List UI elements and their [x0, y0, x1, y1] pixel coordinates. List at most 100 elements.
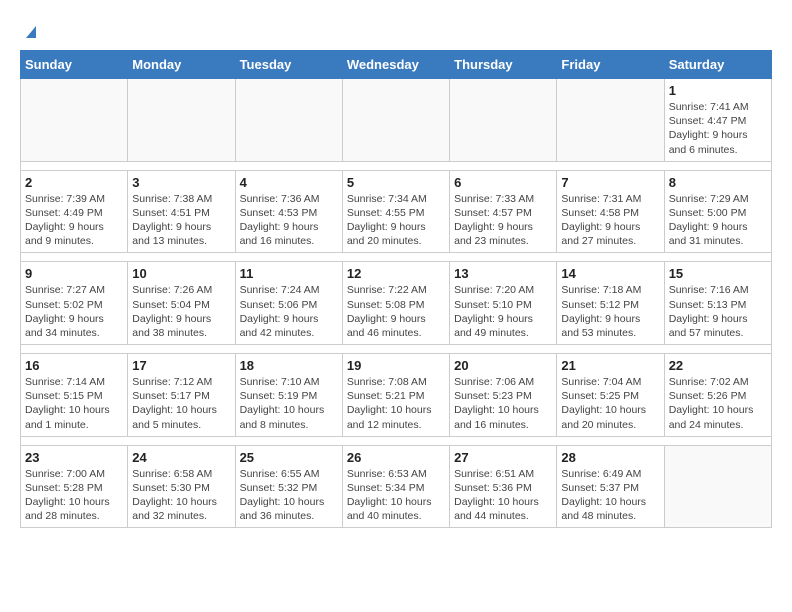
day-number: 1: [669, 83, 767, 98]
calendar-cell: 13 Sunrise: 7:20 AM Sunset: 5:10 PM Dayli…: [450, 262, 557, 345]
day-info: Sunrise: 6:53 AM Sunset: 5:34 PM Dayligh…: [347, 467, 445, 524]
calendar-cell: 19Sunrise: 7:08 AM Sunset: 5:21 PM Dayli…: [342, 354, 449, 437]
calendar-cell: 20Sunrise: 7:06 AM Sunset: 5:23 PM Dayli…: [450, 354, 557, 437]
calendar-cell: 10 Sunrise: 7:26 AM Sunset: 5:04 PM Dayli…: [128, 262, 235, 345]
calendar-week-4: 16Sunrise: 7:14 AM Sunset: 5:15 PM Dayli…: [21, 354, 772, 437]
day-info: Sunrise: 7:00 AM Sunset: 5:28 PM Dayligh…: [25, 467, 123, 524]
calendar-cell: 11Sunrise: 7:24 AM Sunset: 5:06 PM Dayli…: [235, 262, 342, 345]
day-info: Sunrise: 7:14 AM Sunset: 5:15 PM Dayligh…: [25, 375, 123, 432]
calendar-cell: 1 Sunrise: 7:41 AM Sunset: 4:47 PM Daylig…: [664, 79, 771, 162]
day-number: 6: [454, 175, 552, 190]
day-info: Sunrise: 7:20 AM Sunset: 5:10 PM Dayligh…: [454, 283, 552, 340]
day-info: Sunrise: 6:58 AM Sunset: 5:30 PM Dayligh…: [132, 467, 230, 524]
calendar-cell: 21 Sunrise: 7:04 AM Sunset: 5:25 PM Dayli…: [557, 354, 664, 437]
calendar-cell: [664, 445, 771, 528]
week-spacer: [21, 436, 772, 445]
day-number: 13: [454, 266, 552, 281]
day-info: Sunrise: 7:24 AM Sunset: 5:06 PM Dayligh…: [240, 283, 338, 340]
day-info: Sunrise: 7:36 AM Sunset: 4:53 PM Dayligh…: [240, 192, 338, 249]
day-number: 9: [25, 266, 123, 281]
calendar-cell: 15 Sunrise: 7:16 AM Sunset: 5:13 PM Dayli…: [664, 262, 771, 345]
day-number: 14: [561, 266, 659, 281]
calendar-cell: 2 Sunrise: 7:39 AM Sunset: 4:49 PM Daylig…: [21, 170, 128, 253]
day-number: 24: [132, 450, 230, 465]
calendar-header-friday: Friday: [557, 51, 664, 79]
calendar-cell: 26 Sunrise: 6:53 AM Sunset: 5:34 PM Dayli…: [342, 445, 449, 528]
calendar-cell: 22 Sunrise: 7:02 AM Sunset: 5:26 PM Dayli…: [664, 354, 771, 437]
day-number: 23: [25, 450, 123, 465]
calendar-cell: 5Sunrise: 7:34 AM Sunset: 4:55 PM Daylig…: [342, 170, 449, 253]
calendar-cell: 8Sunrise: 7:29 AM Sunset: 5:00 PM Daylig…: [664, 170, 771, 253]
calendar-cell: 3 Sunrise: 7:38 AM Sunset: 4:51 PM Daylig…: [128, 170, 235, 253]
calendar-cell: [342, 79, 449, 162]
day-info: Sunrise: 7:22 AM Sunset: 5:08 PM Dayligh…: [347, 283, 445, 340]
calendar-cell: [235, 79, 342, 162]
logo: [20, 20, 40, 40]
calendar-header-tuesday: Tuesday: [235, 51, 342, 79]
day-number: 5: [347, 175, 445, 190]
calendar-header-wednesday: Wednesday: [342, 51, 449, 79]
day-info: Sunrise: 7:04 AM Sunset: 5:25 PM Dayligh…: [561, 375, 659, 432]
calendar-cell: 14 Sunrise: 7:18 AM Sunset: 5:12 PM Dayli…: [557, 262, 664, 345]
calendar-week-5: 23 Sunrise: 7:00 AM Sunset: 5:28 PM Dayli…: [21, 445, 772, 528]
day-info: Sunrise: 7:39 AM Sunset: 4:49 PM Dayligh…: [25, 192, 123, 249]
calendar-week-2: 2 Sunrise: 7:39 AM Sunset: 4:49 PM Daylig…: [21, 170, 772, 253]
day-info: Sunrise: 7:02 AM Sunset: 5:26 PM Dayligh…: [669, 375, 767, 432]
day-info: Sunrise: 6:55 AM Sunset: 5:32 PM Dayligh…: [240, 467, 338, 524]
day-info: Sunrise: 7:41 AM Sunset: 4:47 PM Dayligh…: [669, 100, 767, 157]
day-number: 8: [669, 175, 767, 190]
day-number: 21: [561, 358, 659, 373]
calendar-cell: 28 Sunrise: 6:49 AM Sunset: 5:37 PM Dayli…: [557, 445, 664, 528]
day-info: Sunrise: 7:18 AM Sunset: 5:12 PM Dayligh…: [561, 283, 659, 340]
day-number: 17: [132, 358, 230, 373]
header: [20, 20, 772, 40]
day-info: Sunrise: 7:12 AM Sunset: 5:17 PM Dayligh…: [132, 375, 230, 432]
calendar-cell: 16Sunrise: 7:14 AM Sunset: 5:15 PM Dayli…: [21, 354, 128, 437]
day-info: Sunrise: 7:27 AM Sunset: 5:02 PM Dayligh…: [25, 283, 123, 340]
day-info: Sunrise: 7:08 AM Sunset: 5:21 PM Dayligh…: [347, 375, 445, 432]
calendar-week-1: 1 Sunrise: 7:41 AM Sunset: 4:47 PM Daylig…: [21, 79, 772, 162]
calendar-cell: 24 Sunrise: 6:58 AM Sunset: 5:30 PM Dayli…: [128, 445, 235, 528]
calendar-cell: 25 Sunrise: 6:55 AM Sunset: 5:32 PM Dayli…: [235, 445, 342, 528]
calendar-cell: 27 Sunrise: 6:51 AM Sunset: 5:36 PM Dayli…: [450, 445, 557, 528]
day-info: Sunrise: 7:33 AM Sunset: 4:57 PM Dayligh…: [454, 192, 552, 249]
calendar-cell: [450, 79, 557, 162]
week-spacer: [21, 345, 772, 354]
day-number: 2: [25, 175, 123, 190]
calendar-header-monday: Monday: [128, 51, 235, 79]
day-number: 22: [669, 358, 767, 373]
day-info: Sunrise: 7:10 AM Sunset: 5:19 PM Dayligh…: [240, 375, 338, 432]
day-info: Sunrise: 7:38 AM Sunset: 4:51 PM Dayligh…: [132, 192, 230, 249]
day-number: 25: [240, 450, 338, 465]
day-info: Sunrise: 6:51 AM Sunset: 5:36 PM Dayligh…: [454, 467, 552, 524]
day-info: Sunrise: 7:26 AM Sunset: 5:04 PM Dayligh…: [132, 283, 230, 340]
calendar-table: SundayMondayTuesdayWednesdayThursdayFrid…: [20, 50, 772, 528]
day-info: Sunrise: 7:31 AM Sunset: 4:58 PM Dayligh…: [561, 192, 659, 249]
day-number: 18: [240, 358, 338, 373]
day-number: 26: [347, 450, 445, 465]
week-spacer: [21, 161, 772, 170]
calendar-cell: 17 Sunrise: 7:12 AM Sunset: 5:17 PM Dayli…: [128, 354, 235, 437]
day-number: 4: [240, 175, 338, 190]
calendar-cell: [128, 79, 235, 162]
day-number: 20: [454, 358, 552, 373]
day-info: Sunrise: 6:49 AM Sunset: 5:37 PM Dayligh…: [561, 467, 659, 524]
calendar-cell: 9 Sunrise: 7:27 AM Sunset: 5:02 PM Daylig…: [21, 262, 128, 345]
day-number: 28: [561, 450, 659, 465]
calendar-week-3: 9 Sunrise: 7:27 AM Sunset: 5:02 PM Daylig…: [21, 262, 772, 345]
calendar-cell: 6 Sunrise: 7:33 AM Sunset: 4:57 PM Daylig…: [450, 170, 557, 253]
day-info: Sunrise: 7:16 AM Sunset: 5:13 PM Dayligh…: [669, 283, 767, 340]
day-number: 3: [132, 175, 230, 190]
calendar-cell: 23 Sunrise: 7:00 AM Sunset: 5:28 PM Dayli…: [21, 445, 128, 528]
week-spacer: [21, 253, 772, 262]
calendar-cell: [557, 79, 664, 162]
calendar-cell: 18 Sunrise: 7:10 AM Sunset: 5:19 PM Dayli…: [235, 354, 342, 437]
calendar-cell: [21, 79, 128, 162]
day-number: 10: [132, 266, 230, 281]
day-number: 7: [561, 175, 659, 190]
calendar-header-sunday: Sunday: [21, 51, 128, 79]
calendar-cell: 12Sunrise: 7:22 AM Sunset: 5:08 PM Dayli…: [342, 262, 449, 345]
calendar-header-row: SundayMondayTuesdayWednesdayThursdayFrid…: [21, 51, 772, 79]
day-number: 27: [454, 450, 552, 465]
day-number: 15: [669, 266, 767, 281]
